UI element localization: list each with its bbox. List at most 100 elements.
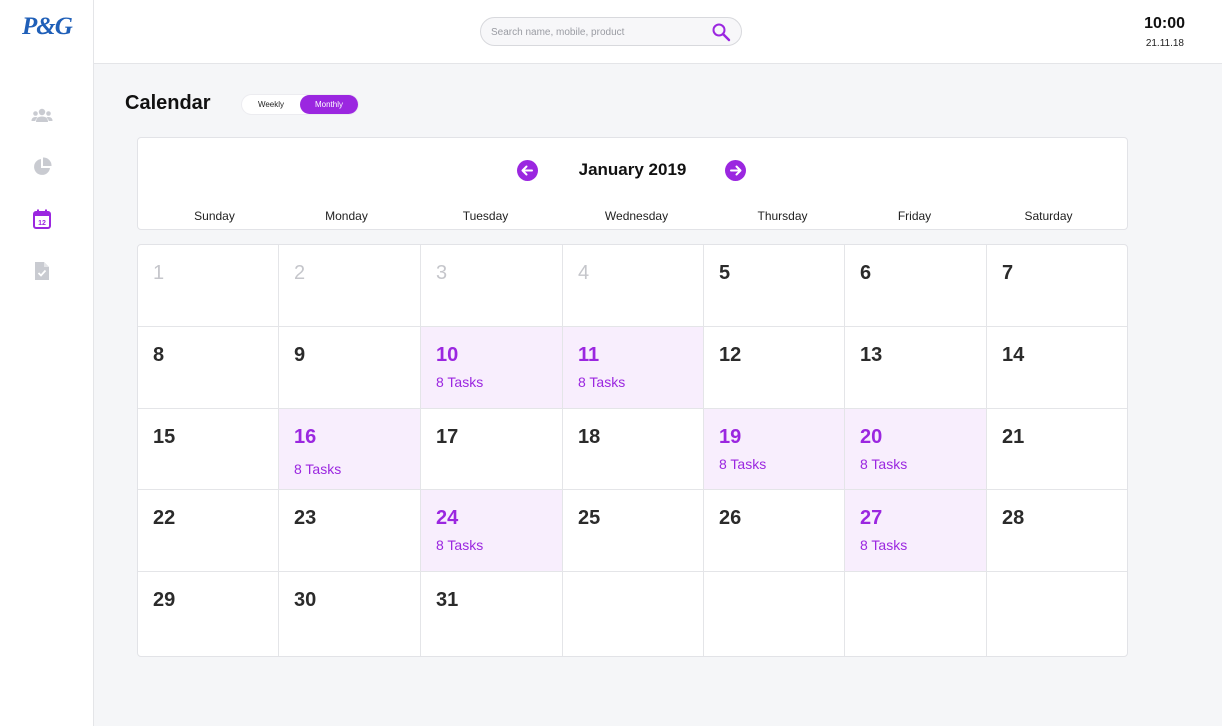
- day-number: 1: [153, 262, 165, 284]
- page-title: Calendar: [125, 92, 211, 114]
- day-cell[interactable]: 26: [704, 490, 845, 572]
- day-cell[interactable]: 13: [845, 327, 987, 409]
- day-number: 26: [719, 507, 742, 529]
- day-cell[interactable]: 1: [138, 245, 279, 327]
- nav-item-calendar[interactable]: 12: [30, 207, 54, 231]
- task-count: 8 Tasks: [436, 374, 484, 390]
- day-number: 6: [860, 262, 872, 284]
- sidebar: P&G 12: [0, 0, 94, 726]
- weekday-label: Sunday: [194, 209, 235, 223]
- top-bar: 10:00 21.11.18: [94, 0, 1222, 64]
- search-icon[interactable]: [711, 22, 731, 42]
- task-count: 8 Tasks: [436, 537, 484, 553]
- day-cell[interactable]: [563, 572, 704, 656]
- calendar-grid: 1 2 3 4 5 6 7 8 9 10 8 Tasks 11 8 Tasks 12 13 14 15 16 8 T…: [137, 244, 1128, 657]
- next-month-button[interactable]: [725, 160, 746, 181]
- day-cell[interactable]: 7: [987, 245, 1127, 327]
- day-cell[interactable]: 21: [987, 409, 1127, 490]
- day-number: 15: [153, 426, 176, 448]
- day-cell[interactable]: 17: [421, 409, 563, 490]
- day-number: 22: [153, 507, 176, 529]
- toggle-weekly[interactable]: Weekly: [242, 95, 300, 114]
- day-cell[interactable]: 14: [987, 327, 1127, 409]
- day-number: 28: [1002, 507, 1025, 529]
- day-number: 21: [1002, 426, 1025, 448]
- day-number: 31: [436, 589, 459, 611]
- day-number: 3: [436, 262, 448, 284]
- calendar-icon: 12: [33, 209, 51, 229]
- day-number: 17: [436, 426, 459, 448]
- day-cell[interactable]: 29: [138, 572, 279, 656]
- day-number: 27: [860, 507, 883, 529]
- day-cell[interactable]: 24 8 Tasks: [421, 490, 563, 572]
- day-cell[interactable]: 9: [279, 327, 421, 409]
- task-count: 8 Tasks: [860, 537, 908, 553]
- weekday-label: Tuesday: [462, 209, 509, 223]
- day-number: 7: [1002, 262, 1014, 284]
- day-number: 5: [719, 262, 731, 284]
- day-number: 12: [719, 344, 742, 366]
- day-cell[interactable]: [704, 572, 845, 656]
- users-icon: [31, 108, 53, 122]
- day-cell[interactable]: 27 8 Tasks: [845, 490, 987, 572]
- day-cell[interactable]: 11 8 Tasks: [563, 327, 704, 409]
- day-cell[interactable]: 8: [138, 327, 279, 409]
- svg-text:12: 12: [38, 220, 46, 227]
- month-title: January 2019: [578, 160, 687, 179]
- day-cell[interactable]: 4: [563, 245, 704, 327]
- task-count: 8 Tasks: [719, 456, 767, 472]
- prev-month-button[interactable]: [517, 160, 538, 181]
- document-check-icon: [35, 262, 49, 280]
- day-cell[interactable]: 20 8 Tasks: [845, 409, 987, 490]
- day-number: 2: [294, 262, 306, 284]
- clock-date: 21.11.18: [1145, 38, 1184, 49]
- day-cell[interactable]: 28: [987, 490, 1127, 572]
- weekday-label: Friday: [897, 209, 932, 223]
- day-number: 19: [719, 426, 742, 448]
- day-cell[interactable]: 19 8 Tasks: [704, 409, 845, 490]
- day-cell[interactable]: 30: [279, 572, 421, 656]
- weekday-label: Wednesday: [604, 209, 669, 223]
- arrow-left-icon: [521, 165, 533, 176]
- day-number: 23: [294, 507, 317, 529]
- day-cell[interactable]: 16 8 Tasks: [279, 409, 421, 490]
- day-cell[interactable]: 18: [563, 409, 704, 490]
- task-count: 8 Tasks: [578, 374, 626, 390]
- toggle-monthly[interactable]: Monthly: [300, 95, 358, 114]
- day-cell[interactable]: 31: [421, 572, 563, 656]
- day-cell[interactable]: 12: [704, 327, 845, 409]
- nav-item-reports[interactable]: [30, 259, 54, 283]
- nav-item-users[interactable]: [30, 103, 54, 127]
- day-number: 9: [294, 344, 306, 366]
- day-cell[interactable]: [845, 572, 987, 656]
- day-cell[interactable]: 15: [138, 409, 279, 490]
- day-number: 16: [294, 426, 317, 448]
- search-box: [480, 17, 742, 46]
- weekday-label: Thursday: [757, 209, 808, 223]
- task-count: 8 Tasks: [860, 456, 908, 472]
- day-number: 29: [153, 589, 176, 611]
- day-number: 11: [578, 344, 600, 366]
- day-cell[interactable]: 3: [421, 245, 563, 327]
- day-cell[interactable]: 10 8 Tasks: [421, 327, 563, 409]
- day-number: 4: [578, 262, 590, 284]
- day-cell[interactable]: 6: [845, 245, 987, 327]
- day-cell[interactable]: 2: [279, 245, 421, 327]
- calendar-header: January 2019 Sunday Monday Tuesday Wedne…: [137, 137, 1128, 230]
- day-number: 24: [436, 507, 459, 529]
- weekday-label: Saturday: [1024, 209, 1073, 223]
- clock-time: 10:00: [1144, 15, 1185, 32]
- day-number: 20: [860, 426, 883, 448]
- pg-logo[interactable]: P&G: [22, 13, 73, 41]
- day-cell[interactable]: 23: [279, 490, 421, 572]
- day-cell[interactable]: 5: [704, 245, 845, 327]
- pie-chart-icon: [34, 157, 52, 175]
- search-input[interactable]: [491, 24, 701, 40]
- day-number: 25: [578, 507, 601, 529]
- day-cell[interactable]: 22: [138, 490, 279, 572]
- task-count: 8 Tasks: [294, 461, 342, 477]
- day-number: 13: [860, 344, 883, 366]
- day-cell[interactable]: [987, 572, 1127, 656]
- day-cell[interactable]: 25: [563, 490, 704, 572]
- nav-item-analytics[interactable]: [30, 155, 54, 179]
